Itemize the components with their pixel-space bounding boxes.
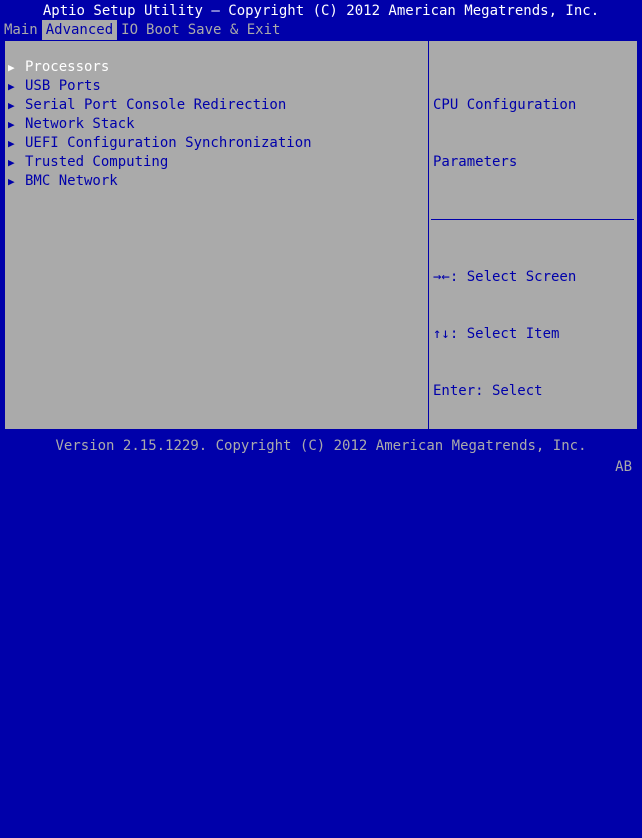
tab-io[interactable]: IO xyxy=(117,20,142,40)
submenu-arrow-icon: ▶ xyxy=(8,175,15,188)
tab-save-exit[interactable]: Save & Exit xyxy=(184,20,285,40)
main-panel: ▶ Processors ▶ USB Ports ▶ Serial Port C… xyxy=(4,40,638,798)
menu-item-label: Trusted Computing xyxy=(25,154,169,170)
menu-item-label: UEFI Configuration Synchronization xyxy=(25,135,312,151)
menu-item-processors[interactable]: ▶ Processors xyxy=(5,58,427,77)
window-title: Aptio Setup Utility – Copyright (C) 2012… xyxy=(42,3,600,19)
menu-item-usb-ports[interactable]: ▶ USB Ports xyxy=(5,77,427,96)
key-legend: →←: Select Screen ↑↓: Select Item Enter:… xyxy=(433,230,638,838)
key-hint-scroll-up: Q: Scroll Help Pane Up xyxy=(433,668,619,684)
help-text: CPU Configuration Parameters xyxy=(433,58,633,210)
menu-item-label: Processors xyxy=(25,59,110,75)
submenu-arrow-icon: ▶ xyxy=(8,61,15,74)
tab-main[interactable]: Main xyxy=(0,20,42,40)
key-hint-general-help: F1: General Help xyxy=(433,497,568,513)
submenu-arrow-icon: ▶ xyxy=(8,80,15,93)
key-hint-ctrl-q: (CTRL+Q from serial xyxy=(433,554,594,570)
menu-item-serial-port-console-redirection[interactable]: ▶ Serial Port Console Redirection xyxy=(5,96,427,115)
help-line: Parameters xyxy=(433,154,518,170)
key-hint-select-item: ↑↓: Select Item xyxy=(433,326,560,342)
version-footer: Version 2.15.1229. Copyright (C) 2012 Am… xyxy=(55,438,587,454)
pane-divider xyxy=(428,41,429,429)
submenu-arrow-icon: ▶ xyxy=(8,137,15,150)
submenu-arrow-icon: ▶ xyxy=(8,118,15,131)
help-line: CPU Configuration xyxy=(433,97,577,113)
menu-list: ▶ Processors ▶ USB Ports ▶ Serial Port C… xyxy=(5,58,427,191)
footer-badge: AB xyxy=(615,459,632,475)
key-hint-scroll-down: A: Scroll Help Pane Down xyxy=(433,725,636,741)
menu-item-uefi-configuration-synchronization[interactable]: ▶ UEFI Configuration Synchronization xyxy=(5,134,427,153)
submenu-arrow-icon: ▶ xyxy=(8,156,15,169)
menu-item-label: Serial Port Console Redirection xyxy=(25,97,287,113)
tab-boot[interactable]: Boot xyxy=(142,20,184,40)
key-hint-esc: ESC: Exit xyxy=(433,782,509,798)
submenu-arrow-icon: ▶ xyxy=(8,99,15,112)
menu-item-label: USB Ports xyxy=(25,78,101,94)
menu-item-network-stack[interactable]: ▶ Network Stack xyxy=(5,115,427,134)
menu-item-label: Network Stack xyxy=(25,116,135,132)
tab-advanced[interactable]: Advanced xyxy=(41,20,118,40)
key-hint-keyboard: keyboard) xyxy=(433,611,509,627)
help-separator xyxy=(431,219,634,220)
menu-item-label: BMC Network xyxy=(25,173,118,189)
key-hint-enter: Enter: Select xyxy=(433,383,543,399)
key-hint-select-screen: →←: Select Screen xyxy=(433,269,577,285)
menu-item-bmc-network[interactable]: ▶ BMC Network xyxy=(5,172,427,191)
menu-bar: Main Advanced IO Boot Save & Exit xyxy=(0,20,642,40)
menu-item-trusted-computing[interactable]: ▶ Trusted Computing xyxy=(5,153,427,172)
